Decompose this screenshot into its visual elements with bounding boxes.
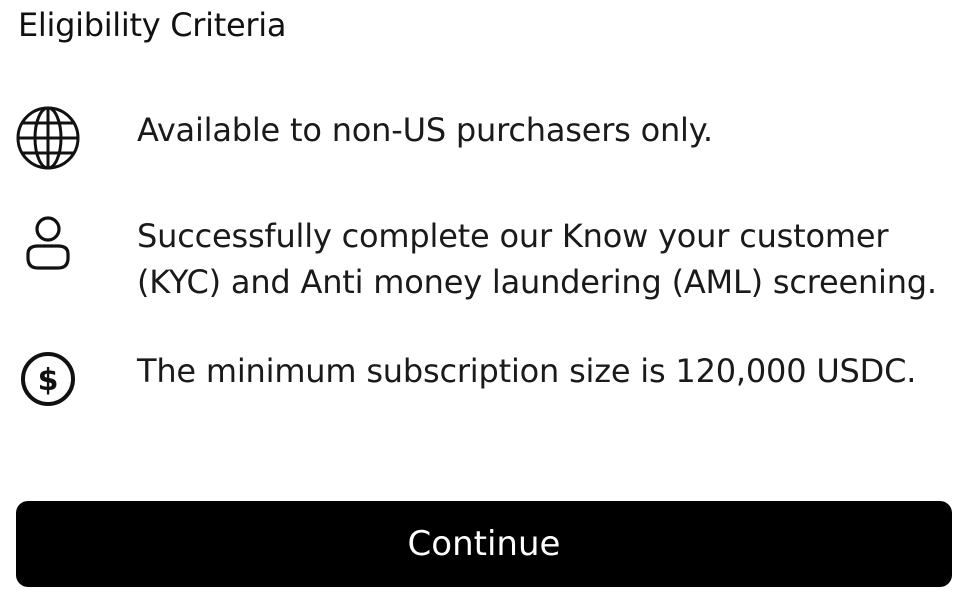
continue-button[interactable]: Continue — [16, 501, 952, 587]
dollar-circle-icon: $ — [14, 345, 82, 413]
criteria-text: Successfully complete our Know your cust… — [137, 217, 937, 301]
svg-text:$: $ — [38, 363, 59, 398]
user-icon — [14, 210, 82, 278]
criteria-text: Available to non-US purchasers only. — [137, 111, 713, 149]
criteria-text: The minimum subscription size is 120,000… — [137, 352, 917, 390]
page-title: Eligibility Criteria — [18, 6, 287, 44]
globe-icon — [14, 104, 82, 172]
